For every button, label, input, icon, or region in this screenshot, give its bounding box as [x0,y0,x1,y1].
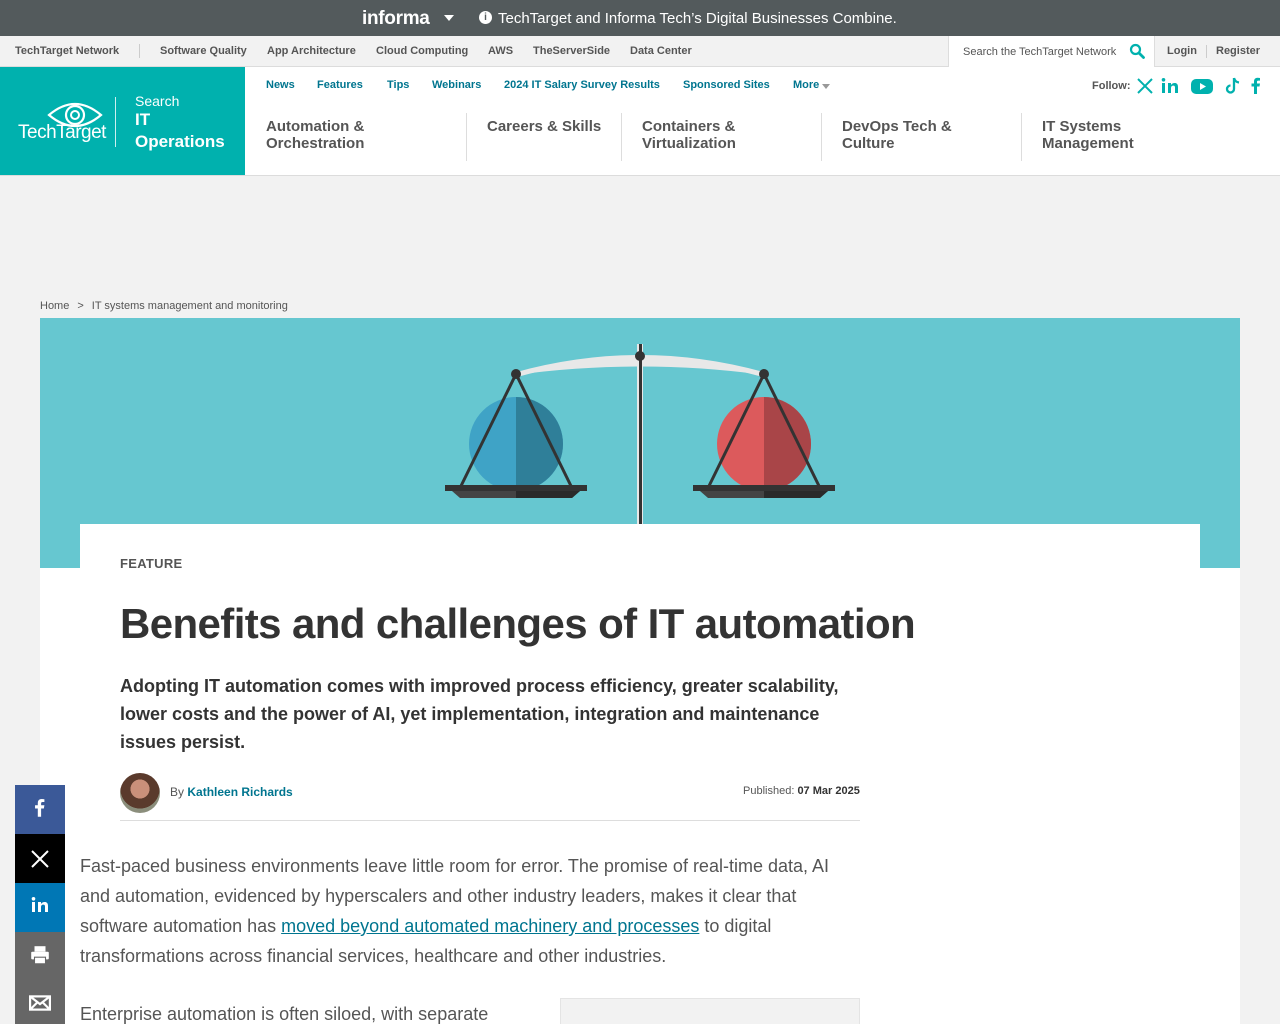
youtube-icon[interactable] [1190,76,1214,96]
byline: By Kathleen Richards [170,785,293,799]
author-link[interactable]: Kathleen Richards [187,785,292,799]
article-kicker: FEATURE [120,556,183,571]
divider [821,113,822,161]
print-icon [31,946,49,965]
published-date: Published: 07 Mar 2025 [743,785,860,797]
follow-label: Follow: [1092,80,1131,92]
x-icon [31,850,49,868]
divider [139,44,140,58]
network-link-cloud-computing[interactable]: Cloud Computing [376,45,468,57]
network-link-software-quality[interactable]: Software Quality [160,45,247,57]
email-button[interactable] [15,981,65,1024]
nav-webinars[interactable]: Webinars [432,79,481,91]
techtarget-logo-text: TechTarget [18,122,106,143]
search-icon[interactable] [1129,43,1145,59]
article-dek: Adopting IT automation comes with improv… [120,676,839,752]
published-label: Published: [743,785,795,797]
article-paragraph: Fast-paced business environments leave l… [80,851,860,971]
ad-slot [560,998,860,1024]
divider [120,820,860,821]
network-link-aws[interactable]: AWS [488,45,513,57]
network-link-theserverside[interactable]: TheServerSide [533,45,610,57]
breadcrumb-separator: > [77,300,84,312]
divider [1021,113,1022,161]
nav-features[interactable]: Features [317,79,363,91]
email-icon [29,995,51,1011]
avatar[interactable] [120,773,160,813]
published-date-value: 07 Mar 2025 [797,785,860,797]
chevron-down-icon[interactable] [444,15,454,21]
article-paragraph: Enterprise automation is often siloed, w… [80,1004,489,1024]
informa-announcement[interactable]: TechTarget and Informa Tech’s Digital Bu… [498,10,897,27]
topic-it-systems-management[interactable]: IT Systems Management [1042,118,1172,152]
breadcrumb-home[interactable]: Home [40,300,69,312]
informa-logo[interactable]: informa [362,8,430,30]
login-link[interactable]: Login [1167,45,1197,57]
nav-sponsored-sites[interactable]: Sponsored Sites [683,79,770,91]
topic-automation-orchestration[interactable]: Automation & Orchestration [266,118,446,152]
divider [621,113,622,161]
print-button[interactable] [15,932,65,981]
article-card-top [80,524,1200,568]
share-linkedin-button[interactable] [15,883,65,932]
techtarget-network-link[interactable]: TechTarget Network [15,45,119,57]
site-header: TechTarget Search IT Operations News Fea… [0,67,1280,176]
network-search [948,36,1155,67]
topic-devops-tech-culture[interactable]: DevOps Tech & Culture [842,118,972,152]
topic-careers-skills[interactable]: Careers & Skills [487,118,617,135]
register-link[interactable]: Register [1216,45,1260,57]
informa-bar: informa i TechTarget and Informa Tech’s … [0,0,1280,36]
nav-tips[interactable]: Tips [387,79,409,91]
search-input[interactable] [963,44,1123,60]
by-label: By [170,785,185,799]
facebook-icon[interactable] [1246,76,1266,96]
x-icon[interactable] [1135,76,1155,96]
topic-containers-virtualization[interactable]: Containers & Virtualization [642,118,772,152]
brand-search-label: Search [135,93,180,109]
nav-more[interactable]: More [793,79,819,91]
brand-block[interactable]: TechTarget Search IT Operations [0,67,245,175]
divider [1206,45,1207,58]
network-link-data-center[interactable]: Data Center [630,45,692,57]
breadcrumb: Home > IT systems management and monitorin… [40,300,288,312]
info-icon: i [479,11,492,24]
inline-link[interactable]: moved beyond automated machinery and pro… [281,916,699,936]
page-title: Benefits and challenges of IT automation [120,600,916,647]
divider [466,113,467,161]
facebook-icon [35,798,45,817]
nav-news[interactable]: News [266,79,295,91]
network-bar: TechTarget Network Software Quality App … [0,36,1280,67]
tiktok-icon[interactable] [1223,76,1243,96]
chevron-down-icon[interactable] [822,84,830,89]
share-facebook-button[interactable] [15,785,65,834]
site-name: IT Operations [135,110,225,151]
linkedin-icon [31,897,48,912]
breadcrumb-section[interactable]: IT systems management and monitoring [92,300,288,312]
linkedin-icon[interactable] [1160,76,1180,96]
nav-salary-survey[interactable]: 2024 IT Salary Survey Results [504,79,660,91]
share-x-button[interactable] [15,834,65,883]
network-link-app-architecture[interactable]: App Architecture [267,45,356,57]
divider [115,97,116,147]
